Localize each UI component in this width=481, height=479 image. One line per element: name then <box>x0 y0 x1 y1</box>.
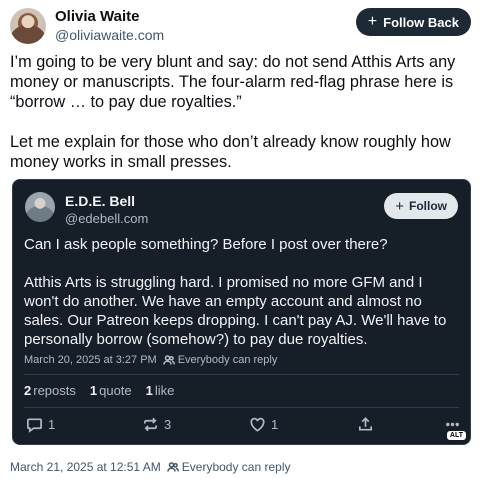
quoted-author-info[interactable]: E.D.E. Bell @edebell.com <box>65 193 148 227</box>
post: Olivia Waite @oliviawaite.com + Follow B… <box>0 0 481 479</box>
quotes-stat[interactable]: 1 quote <box>90 383 132 398</box>
post-timestamp[interactable]: March 21, 2025 at 12:51 AM <box>10 460 161 474</box>
heart-icon <box>250 417 265 432</box>
author-info[interactable]: Olivia Waite @oliviawaite.com <box>55 8 164 44</box>
author-handle[interactable]: @oliviawaite.com <box>55 26 164 44</box>
quoted-author-handle[interactable]: @edebell.com <box>65 210 148 227</box>
quoted-paragraph: Atthis Arts is struggling hard. I promis… <box>24 274 447 348</box>
alt-badge[interactable]: ALT <box>446 431 466 440</box>
post-paragraph: I’m going to be very blunt and say: do n… <box>10 53 456 111</box>
quoted-post[interactable]: E.D.E. Bell @edebell.com + Follow Can I … <box>12 179 471 445</box>
likes-count: 1 <box>145 383 153 398</box>
likes-stat[interactable]: 1 like <box>146 383 175 398</box>
divider <box>24 407 459 408</box>
post-reply-setting: Everybody can reply <box>167 460 291 474</box>
follow-back-button[interactable]: + Follow Back <box>355 8 471 36</box>
repost-button[interactable]: 3 <box>142 416 171 433</box>
post-header: Olivia Waite @oliviawaite.com + Follow B… <box>10 6 471 46</box>
comment-icon <box>27 418 42 433</box>
quoted-timestamp[interactable]: March 20, 2025 at 3:27 PM <box>24 354 157 366</box>
follow-back-label: Follow Back <box>383 14 459 30</box>
post-text: I’m going to be very blunt and say: do n… <box>10 52 467 192</box>
divider <box>24 374 459 375</box>
reposts-label: reposts <box>33 383 76 398</box>
share-icon <box>358 417 373 431</box>
plus-icon: + <box>395 197 404 215</box>
quoted-follow-label: Follow <box>409 199 447 213</box>
like-count: 1 <box>271 417 279 432</box>
quoted-stats: 2 reposts 1 quote 1 like <box>24 383 174 398</box>
reposts-stat[interactable]: 2 reposts <box>24 383 76 398</box>
post-paragraph: Let me explain for those who don’t alrea… <box>10 133 451 171</box>
people-icon <box>162 355 175 365</box>
reposts-count: 2 <box>24 383 32 398</box>
likes-label: like <box>154 383 175 398</box>
quotes-label: quote <box>99 383 132 398</box>
quoted-meta: March 20, 2025 at 3:27 PM Everybody can … <box>24 354 277 366</box>
repost-count: 3 <box>164 417 172 432</box>
post-meta: March 21, 2025 at 12:51 AM Everybody can… <box>10 460 291 474</box>
quotes-count: 1 <box>89 383 98 398</box>
quoted-paragraph: Can I ask people something? Before I pos… <box>24 236 388 253</box>
quoted-reply-setting: Everybody can reply <box>162 354 278 366</box>
reply-button[interactable]: 1 <box>26 416 55 433</box>
share-button[interactable] <box>357 416 374 433</box>
reply-count: 1 <box>48 417 56 432</box>
quoted-author-name[interactable]: E.D.E. Bell <box>65 193 148 210</box>
quoted-avatar[interactable] <box>25 192 55 222</box>
repost-icon <box>143 417 158 432</box>
like-button[interactable]: 1 <box>249 416 278 433</box>
quoted-follow-button[interactable]: + Follow <box>384 193 458 219</box>
avatar[interactable] <box>10 8 46 44</box>
quoted-text: Can I ask people something? Before I pos… <box>24 235 456 368</box>
plus-icon: + <box>367 13 378 30</box>
quoted-actions: 1 3 1 <box>24 416 459 436</box>
people-icon <box>167 462 179 472</box>
quoted-reply-setting-label: Everybody can reply <box>177 354 278 366</box>
author-name[interactable]: Olivia Waite <box>55 8 164 26</box>
post-reply-setting-label: Everybody can reply <box>181 460 291 474</box>
